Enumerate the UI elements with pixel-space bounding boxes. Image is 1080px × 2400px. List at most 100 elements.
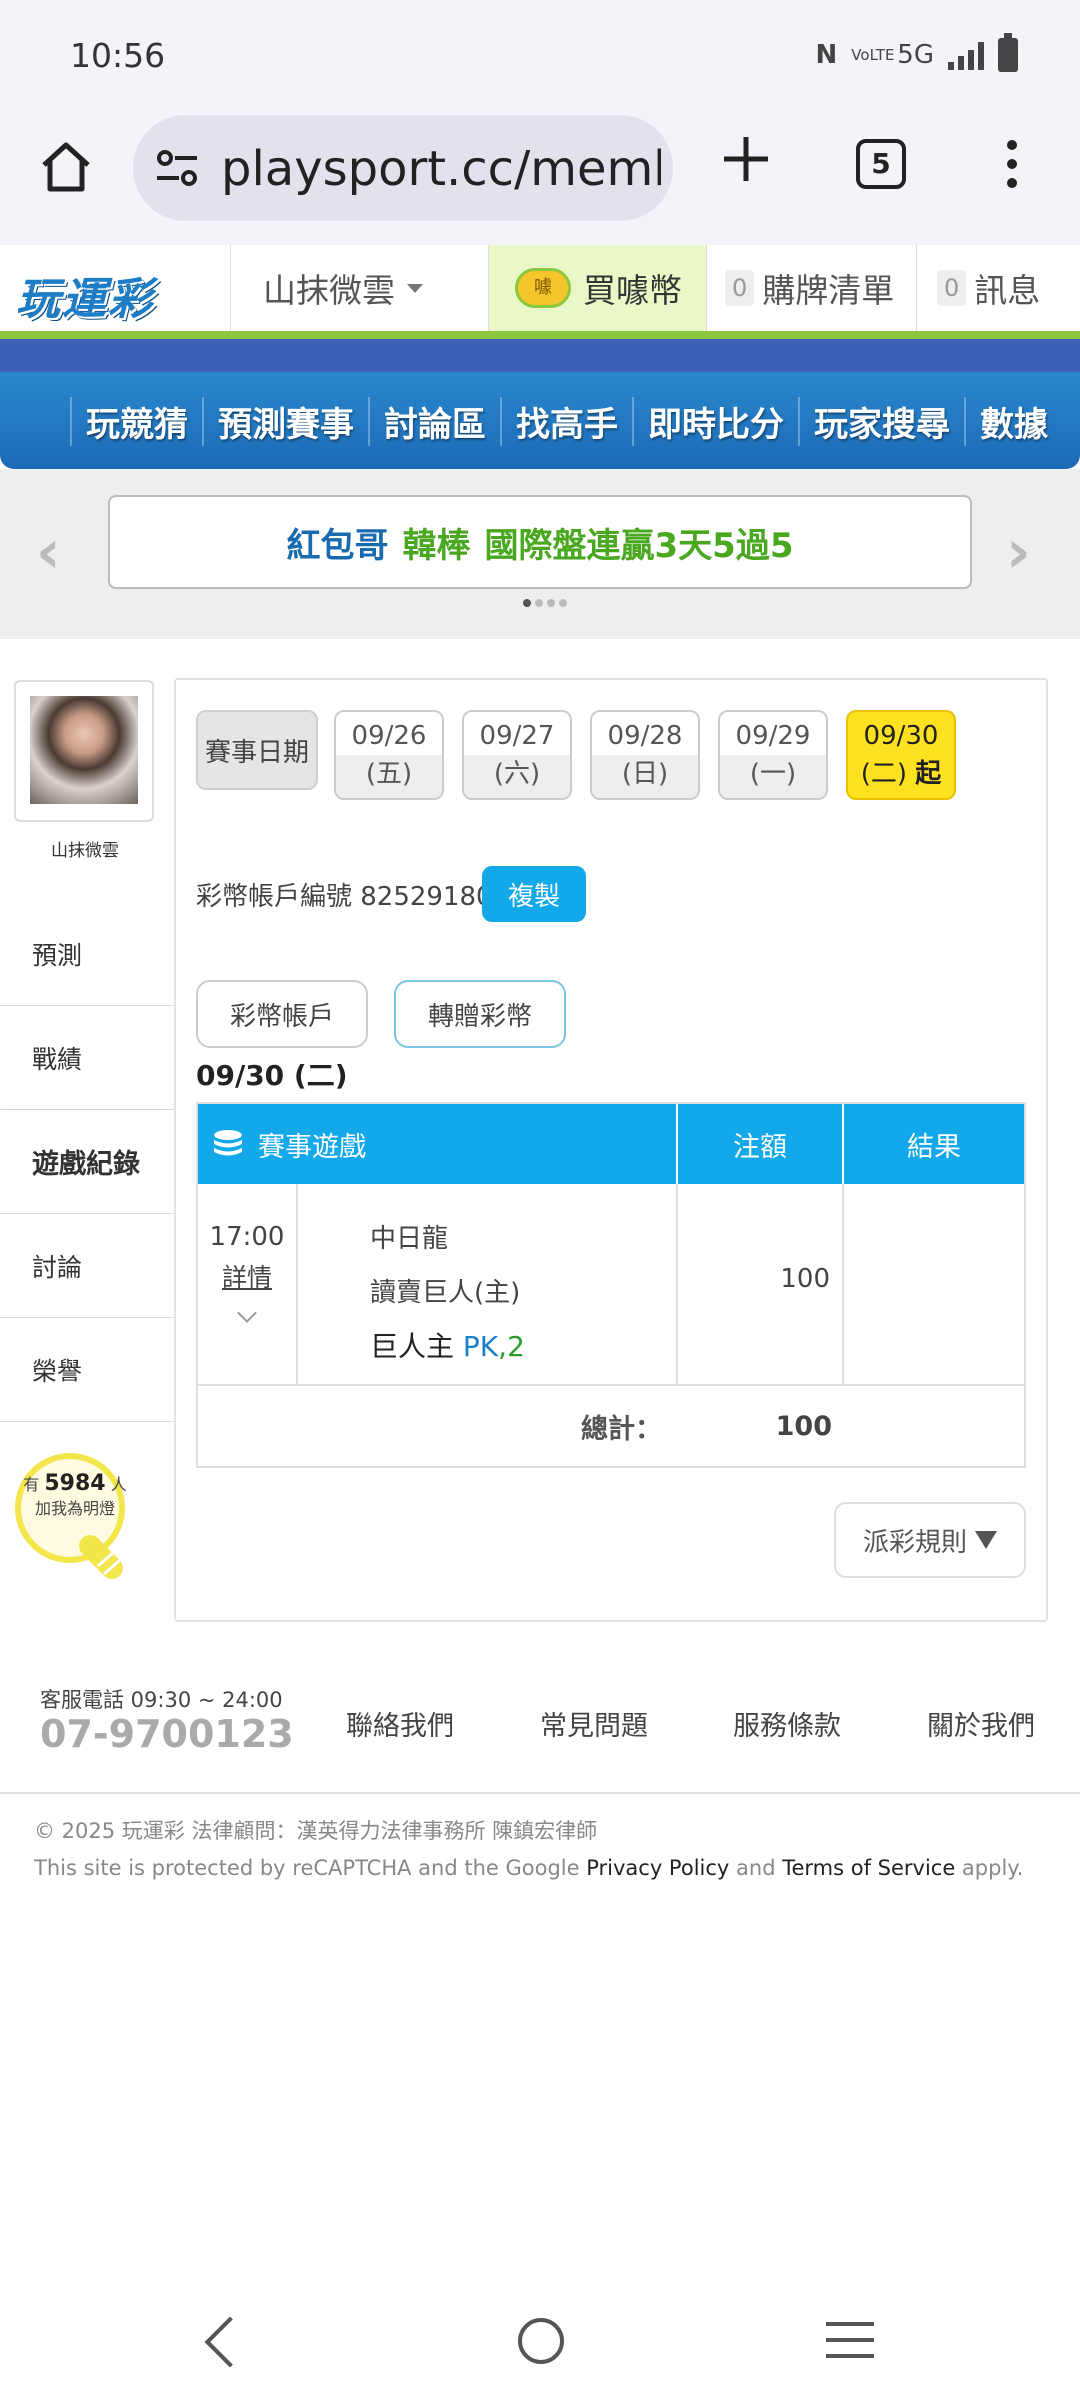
chevron-left-icon[interactable]: ‹ [36, 517, 61, 587]
copy-button[interactable]: 複製 [482, 866, 586, 922]
message-count-badge: 0 [937, 270, 967, 306]
nav-item-forum[interactable]: 討論區 [368, 397, 500, 446]
status-time: 10:56 [70, 36, 166, 75]
footer-link-terms[interactable]: 服務條款 [733, 1704, 841, 1743]
main-nav: 玩競猜 預測賽事 討論區 找高手 即時比分 玩家搜尋 數據 [0, 339, 1080, 469]
sidebar-item-predict[interactable]: 預測 [0, 902, 174, 1006]
back-icon[interactable] [204, 2316, 256, 2368]
nav-item-stats[interactable]: 數據 [964, 397, 1062, 446]
chevron-down-icon[interactable] [237, 1303, 257, 1323]
nfc-icon: N [815, 40, 838, 70]
game-time: 17:00 [209, 1222, 285, 1252]
fans-count: 5984 [44, 1471, 106, 1496]
date-chip-date: 09/30 [863, 721, 939, 751]
header-result: 結果 [907, 1131, 961, 1163]
date-chip-day: (六) [493, 759, 541, 789]
bet-odds: ,2 [498, 1330, 525, 1363]
sidebar-item-record[interactable]: 戰績 [0, 1006, 174, 1110]
date-chip-0927[interactable]: 09/27 (六) [462, 710, 572, 800]
footer-link-about[interactable]: 關於我們 [927, 1704, 1035, 1743]
home-team: 讀賣巨人(主) [370, 1278, 521, 1308]
avatar-image [30, 696, 138, 804]
date-chip-0928[interactable]: 09/28 (日) [590, 710, 700, 800]
fans-prefix: 有 [23, 1475, 40, 1494]
date-chip-date: 09/27 [479, 721, 555, 751]
avatar[interactable] [14, 680, 154, 822]
coin-account-button[interactable]: 彩幣帳戶 [196, 980, 368, 1048]
account-number: 彩幣帳戶編號 82529180 [196, 882, 493, 912]
profile-sidebar: 山抹微雲 預測 戰績 遊戲紀錄 討論 榮譽 有 5984 人 加我為明燈 [0, 680, 174, 1610]
date-chip-0930[interactable]: 09/30 (二) 起 [846, 710, 956, 800]
coin-icon: 噱 [515, 268, 571, 308]
detail-link[interactable]: 詳情 [198, 1258, 296, 1294]
signal-icon [948, 40, 984, 70]
user-menu[interactable]: 山抹微雲 [230, 245, 488, 331]
header-amount: 注額 [678, 1104, 844, 1184]
sidebar-item-discuss[interactable]: 討論 [0, 1214, 174, 1318]
home-icon[interactable] [36, 137, 96, 197]
site-header: 玩運彩 山抹微雲 噱 買噱幣 0 購牌清單 0 訊息 [0, 245, 1080, 339]
status-bar: 10:56 N VoLTE 5G [0, 0, 1080, 115]
recaptcha-text-3: apply. [955, 1856, 1024, 1880]
date-chip-date: 09/29 [735, 721, 811, 751]
nav-item-livescore[interactable]: 即時比分 [632, 397, 798, 446]
url-text[interactable]: playsport.cc/memb [221, 141, 661, 197]
chevron-down-icon [407, 283, 423, 293]
recent-apps-icon[interactable] [826, 2322, 874, 2362]
date-chip-date: 09/26 [351, 721, 427, 751]
banner-text-2: 韓棒 [402, 525, 471, 566]
carousel-dots [523, 599, 567, 607]
site-logo[interactable]: 玩運彩 [16, 263, 154, 327]
volte-icon: VoLTE [851, 45, 895, 64]
date-chip-0926[interactable]: 09/26 (五) [334, 710, 444, 800]
date-label: 賽事日期 [196, 710, 318, 790]
bet-pick: 巨人主 PK,2 [370, 1320, 676, 1374]
away-team: 中日龍 [370, 1224, 449, 1254]
footer-link-contact[interactable]: 聯絡我們 [346, 1704, 454, 1743]
footer: 客服電話 09:30 ~ 24:00 07-9700123 聯絡我們 常見問題 … [0, 1660, 1080, 1794]
sidebar-menu: 預測 戰績 遊戲紀錄 討論 榮譽 [0, 902, 174, 1422]
date-chip-0929[interactable]: 09/29 (一) [718, 710, 828, 800]
messages-link[interactable]: 0 訊息 [916, 245, 1080, 331]
buy-coins-button[interactable]: 噱 買噱幣 [488, 245, 706, 331]
banner-text-3: 國際盤連贏3天5過5 [484, 525, 794, 566]
nav-item-experts[interactable]: 找高手 [500, 397, 632, 446]
sidebar-username: 山抹微雲 [51, 841, 119, 861]
service-phone[interactable]: 07-9700123 [40, 1712, 294, 1756]
game-record-table: 賽事遊戲 注額 結果 17:00 詳情 中日龍 讀賣巨人(主) 巨人主 PK,2… [196, 1102, 1026, 1468]
row-amount: 100 [678, 1184, 844, 1384]
cart-link[interactable]: 0 購牌清單 [706, 245, 916, 331]
new-tab-icon[interactable] [718, 131, 774, 187]
fans-counter[interactable]: 有 5984 人 加我為明燈 [0, 1472, 150, 1521]
more-menu-icon[interactable] [1000, 135, 1024, 195]
recaptcha-text-2: and [729, 1856, 783, 1880]
total-row: 總計： 100 [198, 1386, 1024, 1466]
game-log-panel: 賽事日期 09/26 (五) 09/27 (六) 09/28 (日) 09/29… [174, 678, 1048, 1622]
home-circle-icon[interactable] [518, 2318, 564, 2364]
terms-of-service-link[interactable]: Terms of Service [782, 1856, 955, 1880]
triangle-down-icon [975, 1531, 997, 1549]
status-icons: N VoLTE 5G [815, 33, 1018, 72]
sidebar-item-game-log[interactable]: 遊戲紀錄 [0, 1110, 174, 1214]
payout-rules-button[interactable]: 派彩規則 [834, 1502, 1026, 1578]
recaptcha-notice: This site is protected by reCAPTCHA and … [34, 1856, 1023, 1880]
payout-rules-label: 派彩規則 [862, 1527, 967, 1558]
database-icon [214, 1130, 242, 1156]
nav-item-guess[interactable]: 玩競猜 [70, 397, 202, 446]
url-bar[interactable]: playsport.cc/memb [133, 115, 673, 221]
banner-carousel: ‹ 紅包哥 韓棒 國際盤連贏3天5過5 › [0, 469, 1080, 639]
table-header: 賽事遊戲 注額 結果 [198, 1104, 1024, 1184]
tab-switcher-button[interactable]: 5 [856, 139, 906, 189]
sidebar-item-honor[interactable]: 榮譽 [0, 1318, 174, 1422]
system-nav-bar [0, 2300, 1080, 2400]
transfer-coins-button[interactable]: 轉贈彩幣 [394, 980, 566, 1048]
nav-item-player-search[interactable]: 玩家搜尋 [798, 397, 964, 446]
nav-item-predict[interactable]: 預測賽事 [202, 397, 368, 446]
privacy-policy-link[interactable]: Privacy Policy [586, 1856, 729, 1880]
banner-slide[interactable]: 紅包哥 韓棒 國際盤連贏3天5過5 [108, 495, 972, 589]
date-chip-day: (五) [365, 759, 413, 789]
footer-link-faq[interactable]: 常見問題 [540, 1704, 648, 1743]
site-settings-icon[interactable] [155, 148, 199, 188]
copyright: © 2025 玩運彩 法律顧問：漢英得力法律事務所 陳鎮宏律師 [34, 1819, 598, 1843]
chevron-right-icon[interactable]: › [1006, 517, 1031, 587]
